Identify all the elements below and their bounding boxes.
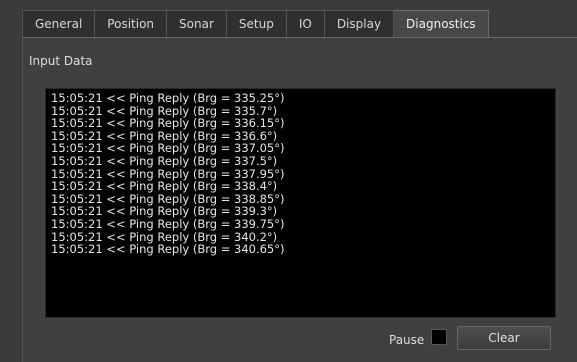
log-line: 15:05:21 << Ping Reply (Brg = 338.4°) xyxy=(51,179,278,194)
tab-setup[interactable]: Setup xyxy=(226,10,287,37)
pause-label: Pause xyxy=(389,333,425,347)
tab-display[interactable]: Display xyxy=(324,10,395,37)
tab-position[interactable]: Position xyxy=(95,10,168,37)
log-line: 15:05:21 << Ping Reply (Brg = 339.75°) xyxy=(51,216,285,231)
clear-button[interactable]: Clear xyxy=(457,326,551,350)
tab-bar: General Position Sonar Setup IO Display … xyxy=(22,10,489,38)
pause-checkbox[interactable] xyxy=(431,329,447,345)
tab-sonar[interactable]: Sonar xyxy=(167,10,227,37)
tab-general[interactable]: General xyxy=(22,10,96,37)
diagnostics-window: General Position Sonar Setup IO Display … xyxy=(0,0,577,362)
log-line: 15:05:21 << Ping Reply (Brg = 337.5°) xyxy=(51,153,278,168)
tab-io[interactable]: IO xyxy=(286,10,325,37)
diagnostics-panel: Input Data 15:05:21 << Ping Reply (Brg =… xyxy=(22,37,577,362)
log-line: 15:05:21 << Ping Reply (Brg = 336.15°) xyxy=(51,116,285,131)
log-line: 15:05:21 << Ping Reply (Brg = 340.65°) xyxy=(51,242,285,257)
log-line: 15:05:21 << Ping Reply (Brg = 335.25°) xyxy=(51,91,285,105)
input-data-log[interactable]: 15:05:21 << Ping Reply (Brg = 335.25°) 1… xyxy=(45,88,556,318)
input-data-label: Input Data xyxy=(29,54,93,68)
tab-diagnostics[interactable]: Diagnostics xyxy=(394,10,489,38)
